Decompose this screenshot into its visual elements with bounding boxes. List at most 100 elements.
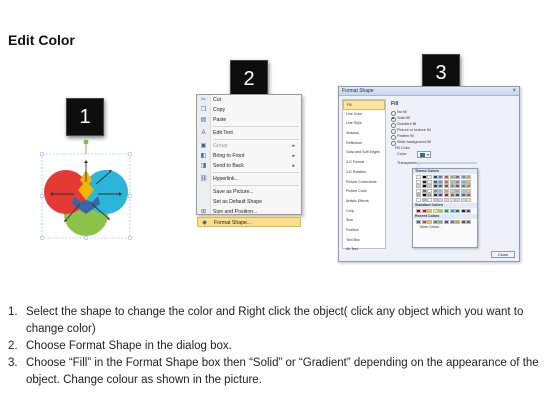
menu-item-edit-text[interactable]: A Edit Text <box>197 128 301 138</box>
theme-color-swatch[interactable] <box>421 188 427 193</box>
theme-color-swatch[interactable] <box>455 175 461 179</box>
theme-color-swatch[interactable] <box>432 175 438 179</box>
nav-item-shadow[interactable]: Shadow <box>343 129 385 139</box>
nav-item-alt-text[interactable]: Alt Text <box>343 245 385 255</box>
theme-color-swatch[interactable] <box>460 175 466 179</box>
theme-color-swatch[interactable] <box>466 175 472 179</box>
nav-item-reflection[interactable]: Reflection <box>343 139 385 149</box>
theme-color-swatch[interactable] <box>460 179 466 184</box>
theme-color-swatch[interactable] <box>421 197 427 202</box>
theme-color-swatch[interactable] <box>416 179 421 184</box>
theme-color-swatch[interactable] <box>466 184 472 189</box>
theme-color-swatch[interactable] <box>443 184 449 189</box>
theme-color-swatch[interactable] <box>427 179 433 184</box>
dialog-close-icon[interactable]: × <box>512 87 516 96</box>
standard-color-swatch[interactable] <box>455 208 461 213</box>
theme-color-swatch[interactable] <box>460 193 466 198</box>
theme-color-swatch[interactable] <box>443 175 449 179</box>
nav-item-glow-and-soft-edges[interactable]: Glow and Soft Edges <box>343 148 385 158</box>
theme-color-swatch[interactable] <box>438 188 444 193</box>
theme-color-swatch[interactable] <box>421 193 427 198</box>
radio-slide-background-fill[interactable]: Slide background fill <box>389 139 517 146</box>
menu-item-save-as-picture[interactable]: Save as Picture... <box>197 187 301 197</box>
theme-color-swatch[interactable] <box>416 188 421 193</box>
menu-item-copy[interactable]: ❐ Copy <box>197 105 301 115</box>
theme-color-swatch[interactable] <box>427 175 433 179</box>
theme-color-swatch[interactable] <box>449 179 455 184</box>
theme-color-swatch[interactable] <box>460 188 466 193</box>
menu-item-set-as-default-shape[interactable]: Set as Default Shape <box>197 197 301 207</box>
menu-item-bring-to-front[interactable]: ◧ Bring to Front ▸ <box>197 151 301 161</box>
menu-item-hyperlink[interactable]: ⛓ Hyperlink... <box>197 174 301 184</box>
theme-color-swatch[interactable] <box>427 188 433 193</box>
nav-item-artistic-effects[interactable]: Artistic Effects <box>343 197 385 207</box>
close-button[interactable]: Close <box>491 251 515 258</box>
theme-color-swatch[interactable] <box>438 193 444 198</box>
theme-color-swatch[interactable] <box>416 184 421 189</box>
menu-item-size-and-position[interactable]: ⊞ Size and Position... <box>197 207 301 217</box>
theme-color-swatch[interactable] <box>443 188 449 193</box>
theme-color-swatch[interactable] <box>455 188 461 193</box>
menu-item-group[interactable]: ▣ Group ▸ <box>197 141 301 151</box>
theme-color-swatch[interactable] <box>455 193 461 198</box>
theme-color-swatch[interactable] <box>416 175 421 179</box>
recent-color-swatch[interactable] <box>466 219 472 224</box>
theme-color-swatch[interactable] <box>443 197 449 202</box>
recent-color-swatch[interactable] <box>455 219 461 224</box>
theme-color-swatch[interactable] <box>466 179 472 184</box>
standard-color-swatch[interactable] <box>466 208 472 213</box>
theme-color-swatch[interactable] <box>449 193 455 198</box>
standard-color-swatch[interactable] <box>438 208 444 213</box>
menu-item-paste[interactable]: ▤ Paste <box>197 115 301 125</box>
puzzle-shape[interactable] <box>36 138 136 242</box>
theme-color-swatch[interactable] <box>466 188 472 193</box>
transparency-slider[interactable] <box>417 162 477 164</box>
menu-item-format-shape[interactable]: ◆ Format Shape... <box>197 217 301 227</box>
theme-color-swatch[interactable] <box>466 193 472 198</box>
recent-color-swatch[interactable] <box>449 219 455 224</box>
theme-color-swatch[interactable] <box>449 175 455 179</box>
nav-item-3-d-rotation[interactable]: 3-D Rotation <box>343 168 385 178</box>
theme-color-swatch[interactable] <box>438 179 444 184</box>
recent-color-swatch[interactable] <box>427 219 433 224</box>
recent-color-swatch[interactable] <box>416 219 421 224</box>
nav-item-3-d-format[interactable]: 3-D Format <box>343 158 385 168</box>
nav-item-line-style[interactable]: Line Style <box>343 119 385 129</box>
recent-color-swatch[interactable] <box>421 219 427 224</box>
recent-color-swatch[interactable] <box>443 219 449 224</box>
nav-item-text-box[interactable]: Text Box <box>343 236 385 246</box>
nav-item-fill[interactable]: Fill <box>343 100 385 110</box>
color-dropdown-button[interactable]: ▾ <box>417 151 431 158</box>
nav-item-picture-corrections[interactable]: Picture Corrections <box>343 178 385 188</box>
theme-color-swatch[interactable] <box>449 188 455 193</box>
nav-item-size[interactable]: Size <box>343 216 385 226</box>
theme-color-swatch[interactable] <box>438 175 444 179</box>
theme-color-swatch[interactable] <box>438 197 444 202</box>
standard-color-swatch[interactable] <box>449 208 455 213</box>
standard-color-swatch[interactable] <box>427 208 433 213</box>
theme-color-swatch[interactable] <box>455 179 461 184</box>
standard-color-swatch[interactable] <box>421 208 427 213</box>
theme-color-swatch[interactable] <box>432 197 438 202</box>
nav-item-line-color[interactable]: Line Color <box>343 110 385 120</box>
puzzle-shape-graphic[interactable] <box>36 138 136 242</box>
theme-color-swatch[interactable] <box>443 179 449 184</box>
theme-color-swatch[interactable] <box>421 184 427 189</box>
theme-color-swatch[interactable] <box>416 197 421 202</box>
theme-color-swatch[interactable] <box>427 184 433 189</box>
theme-color-swatch[interactable] <box>466 197 472 202</box>
theme-color-swatch[interactable] <box>449 184 455 189</box>
theme-color-swatch[interactable] <box>455 197 461 202</box>
theme-color-swatch[interactable] <box>421 175 427 179</box>
nav-item-crop[interactable]: Crop <box>343 207 385 217</box>
theme-color-swatch[interactable] <box>427 197 433 202</box>
theme-color-swatch[interactable] <box>432 193 438 198</box>
theme-color-swatch[interactable] <box>421 179 427 184</box>
theme-color-swatch[interactable] <box>460 197 466 202</box>
theme-color-swatch[interactable] <box>427 193 433 198</box>
menu-item-send-to-back[interactable]: ◨ Send to Back ▸ <box>197 161 301 171</box>
standard-color-swatch[interactable] <box>416 208 421 213</box>
nav-item-position[interactable]: Position <box>343 226 385 236</box>
standard-color-swatch[interactable] <box>460 208 466 213</box>
recent-color-swatch[interactable] <box>438 219 444 224</box>
